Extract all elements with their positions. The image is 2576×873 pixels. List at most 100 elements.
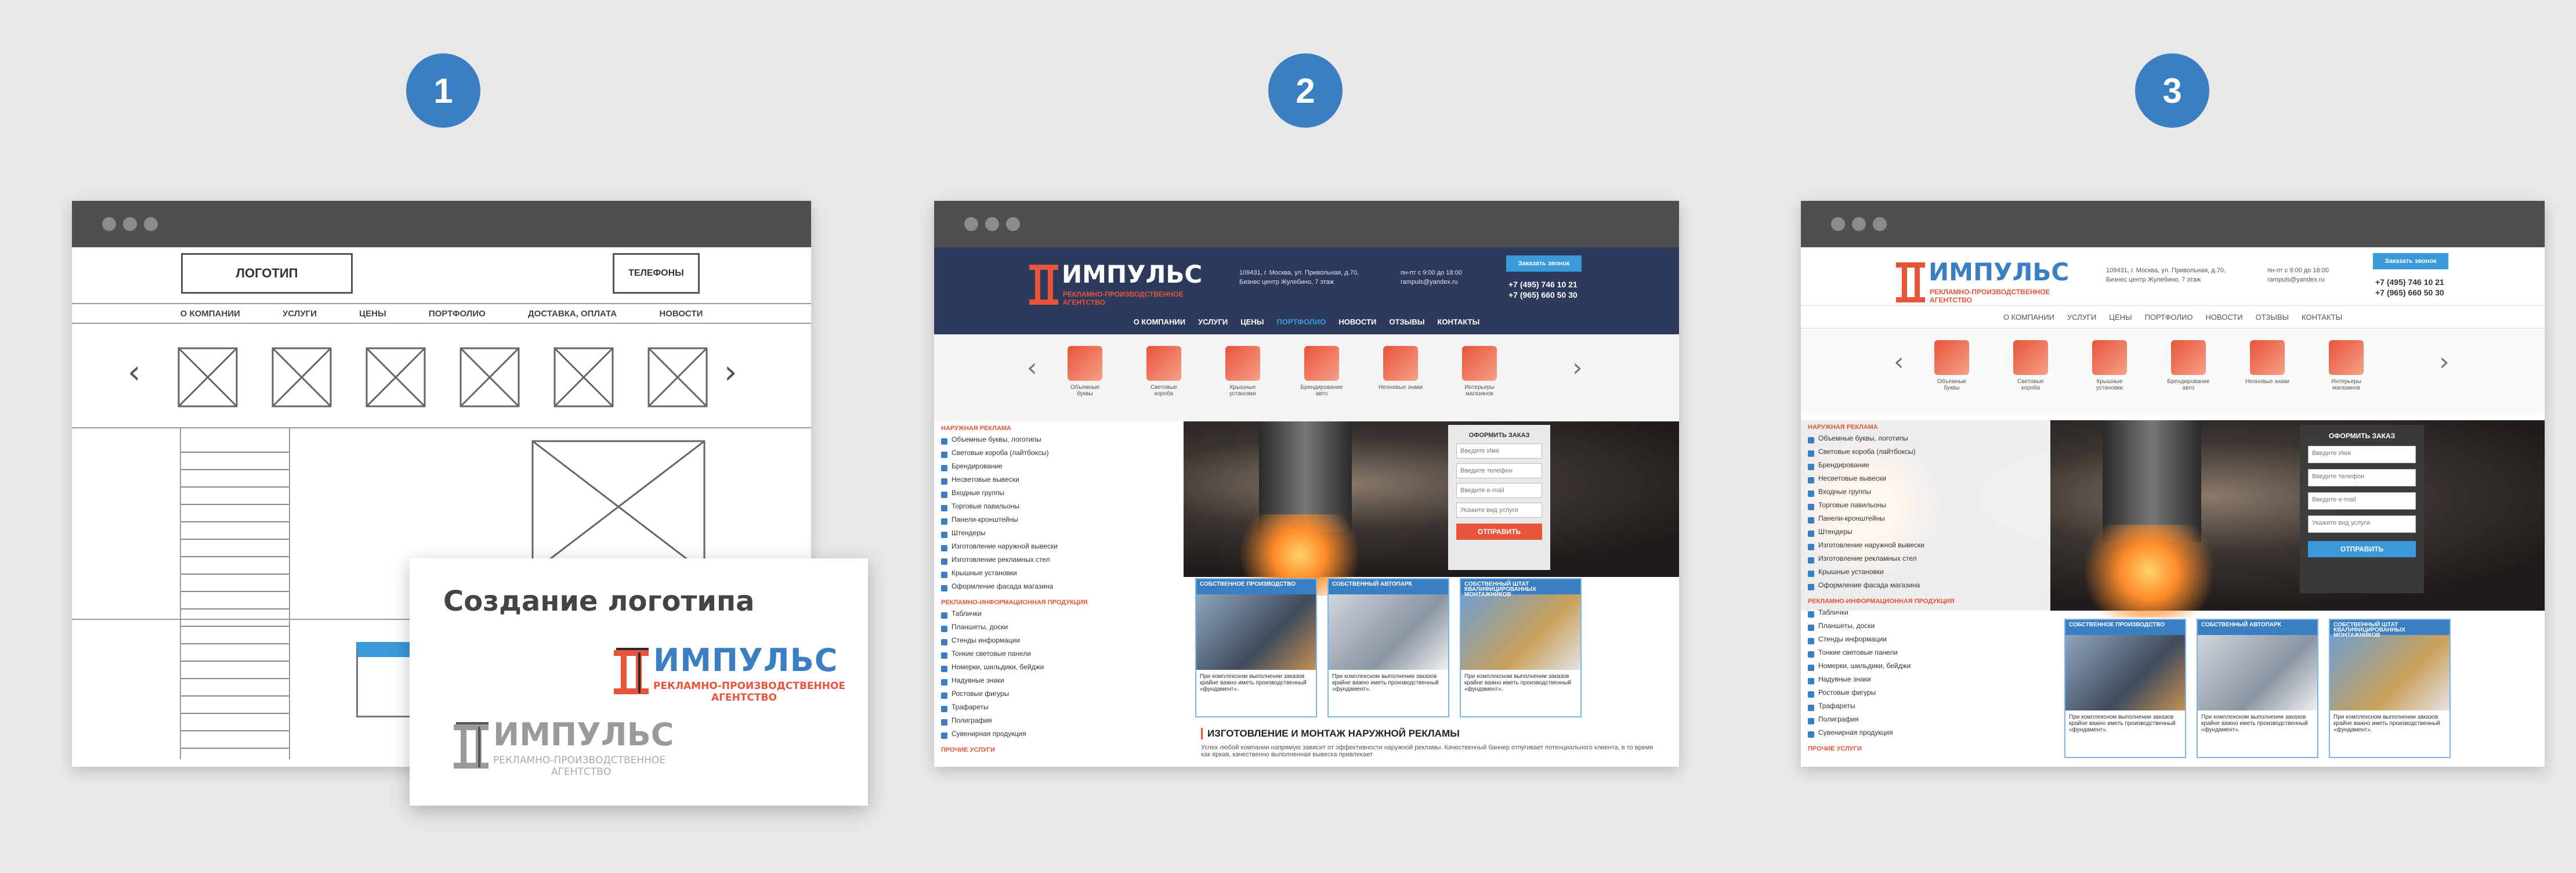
nav-item-reviews[interactable]: ОТЗЫВЫ <box>1389 318 1424 326</box>
sidebar-item[interactable]: Планшеты, доски <box>934 623 1184 636</box>
nav-item-contacts[interactable]: КОНТАКТЫ <box>2302 313 2342 322</box>
sidebar-item[interactable]: Изготовление наружной вывески <box>1801 541 2050 554</box>
sidebar-item[interactable]: Входные группы <box>934 489 1184 502</box>
nav-item-company[interactable]: О КОМПАНИИ <box>1134 318 1185 326</box>
category-item[interactable]: Объемные буквы <box>1929 340 1975 391</box>
sidebar-item[interactable]: Штендеры <box>1801 528 2050 541</box>
sidebar-item[interactable]: Изготовление рекламных стел <box>1801 554 2050 568</box>
service-input[interactable]: Укажите вид услуги <box>1456 503 1542 518</box>
chevron-right-icon[interactable]: › <box>1572 355 1583 381</box>
email-input[interactable]: Введите e-mail <box>1456 483 1542 498</box>
email-input[interactable]: Введите e-mail <box>2308 492 2416 510</box>
nav-item-news[interactable]: НОВОСТИ <box>2205 313 2242 322</box>
sidebar-item[interactable]: Брендирование <box>1801 461 2050 474</box>
sidebar-item[interactable]: Трафареты <box>934 703 1184 716</box>
sidebar-item[interactable]: Крышные установки <box>934 569 1184 582</box>
site-phone-1[interactable]: +7 (495) 746 10 21 <box>1508 280 1578 289</box>
phone-input[interactable]: Введите телефон <box>1456 463 1542 478</box>
site-phone-1[interactable]: +7 (495) 746 10 21 <box>2375 277 2444 287</box>
nav-item-portfolio[interactable]: ПОРТФОЛИО <box>2145 313 2193 322</box>
sidebar-item[interactable]: Надувные знаки <box>934 676 1184 690</box>
sidebar-item[interactable]: Крышные установки <box>1801 568 2050 581</box>
sidebar-item[interactable]: Трафареты <box>1801 702 2050 715</box>
site-phone-2[interactable]: +7 (965) 660 50 30 <box>2375 288 2444 297</box>
category-item[interactable]: Неоновые знаки <box>1377 346 1424 391</box>
sidebar-item[interactable]: Номерки, шильдики, бейджи <box>1801 662 2050 675</box>
chevron-right-icon[interactable]: › <box>2439 349 2450 375</box>
nav-item-news[interactable]: НОВОСТИ <box>1338 318 1376 326</box>
category-item[interactable]: Брендирование авто <box>2165 340 2212 391</box>
sidebar-item[interactable]: Стенды информации <box>934 636 1184 650</box>
category-item[interactable]: Крышные установки <box>1220 346 1266 397</box>
chevron-left-icon[interactable]: ‹ <box>1027 355 1037 381</box>
nav-item-services[interactable]: УСЛУГИ <box>1198 318 1228 326</box>
sidebar-item[interactable]: Несветовые вывески <box>1801 474 2050 488</box>
promo-card[interactable]: СОБСТВЕННЫЙ ШТАТ КВАЛИФИЦИРОВАННЫХ МОНТА… <box>1460 578 1582 717</box>
sidebar-item[interactable]: Световые короба (лайтбоксы) <box>934 449 1184 462</box>
sidebar-item[interactable]: Надувные знаки <box>1801 675 2050 688</box>
nav-item-reviews[interactable]: ОТЗЫВЫ <box>2256 313 2289 322</box>
sidebar-item[interactable]: Стенды информации <box>1801 635 2050 648</box>
site-logo-text[interactable]: ИМПУЛЬС <box>1929 258 2069 286</box>
promo-card[interactable]: СОБСТВЕННЫЙ АВТОПАРК При комплексном выпо… <box>2197 619 2318 758</box>
nav-item-portfolio[interactable]: ПОРТФОЛИО <box>1276 318 1326 326</box>
promo-card[interactable]: СОБСТВЕННОЕ ПРОИЗВОДСТВО При комплексном … <box>2064 619 2186 758</box>
category-item[interactable]: Брендирование авто <box>1298 346 1345 397</box>
sidebar-item[interactable]: Тонкие световые панели <box>1801 648 2050 662</box>
category-item[interactable]: Интерьеры магазинов <box>1456 346 1503 397</box>
submit-button[interactable]: ОТПРАВИТЬ <box>1456 524 1542 540</box>
category-item[interactable]: Крышные установки <box>2086 340 2133 391</box>
sidebar-item[interactable]: Сувенирная продукция <box>934 730 1184 743</box>
sidebar-item[interactable]: Таблички <box>934 609 1184 623</box>
sidebar-item[interactable]: Ростовые фигуры <box>934 690 1184 703</box>
promo-card[interactable]: СОБСТВЕННЫЙ ШТАТ КВАЛИФИЦИРОВАННЫХ МОНТА… <box>2329 619 2451 758</box>
category-item[interactable]: Неоновые знаки <box>2244 340 2291 385</box>
order-call-button[interactable]: Заказать звонок <box>2373 253 2448 269</box>
sidebar-item[interactable]: Тонкие световые панели <box>934 650 1184 663</box>
sidebar-item[interactable]: Полиграфия <box>934 716 1184 730</box>
sidebar-item[interactable]: Панели-кронштейны <box>1801 514 2050 528</box>
phone-input[interactable]: Введите телефон <box>2308 469 2416 486</box>
promo-card[interactable]: СОБСТВЕННОЕ ПРОИЗВОДСТВО При комплексном … <box>1195 578 1317 717</box>
chevron-left-icon[interactable]: ‹ <box>1894 349 1904 375</box>
nav-item-services[interactable]: УСЛУГИ <box>2067 313 2096 322</box>
sidebar-item[interactable]: Входные группы <box>1801 488 2050 501</box>
sidebar-item[interactable]: Световые короба (лайтбоксы) <box>1801 448 2050 461</box>
category-item[interactable]: Световые короба <box>2007 340 2054 391</box>
sidebar-item[interactable]: Объемные буквы, логотипы <box>934 435 1184 449</box>
site-email[interactable]: rampuls@yandex.ru <box>2267 276 2325 283</box>
sidebar-item[interactable]: Таблички <box>1801 608 2050 622</box>
sidebar-item[interactable]: Изготовление рекламных стел <box>934 555 1184 569</box>
promo-card[interactable]: СОБСТВЕННЫЙ АВТОПАРК При комплексном выпо… <box>1327 578 1449 717</box>
nav-item-contacts[interactable]: КОНТАКТЫ <box>1437 318 1479 326</box>
sidebar-item[interactable]: Оформление фасада магазина <box>1801 581 2050 594</box>
sidebar-item[interactable]: Сувенирная продукция <box>1801 728 2050 742</box>
nav-item-prices[interactable]: ЦЕНЫ <box>1240 318 1264 326</box>
site-phone-2[interactable]: +7 (965) 660 50 30 <box>1508 290 1578 300</box>
sidebar-item[interactable]: Панели-кронштейны <box>934 515 1184 529</box>
sidebar-item[interactable]: Полиграфия <box>1801 715 2050 728</box>
nav-item-prices[interactable]: ЦЕНЫ <box>2109 313 2132 322</box>
sidebar-item[interactable]: Номерки, шильдики, бейджи <box>934 663 1184 676</box>
site-email[interactable]: rampuls@yandex.ru <box>1401 279 1458 286</box>
sidebar-item[interactable]: Торговые павильоны <box>934 502 1184 515</box>
sidebar-item[interactable]: Штендеры <box>934 529 1184 542</box>
sidebar-item[interactable]: Объемные буквы, логотипы <box>1801 434 2050 448</box>
category-item[interactable]: Световые короба <box>1141 346 1187 397</box>
name-input[interactable]: Введите Имя <box>1456 443 1542 459</box>
sidebar-item[interactable]: Оформление фасада магазина <box>934 582 1184 596</box>
site-logo-text[interactable]: ИМПУЛЬС <box>1062 260 1202 288</box>
sidebar-item[interactable]: Брендирование <box>934 462 1184 475</box>
service-input[interactable]: Укажите вид услуги <box>2308 515 2416 533</box>
sidebar-item[interactable]: Несветовые вывески <box>934 475 1184 489</box>
order-call-button[interactable]: Заказать звонок <box>1506 255 1582 272</box>
nav-item-company[interactable]: О КОМПАНИИ <box>2003 313 2054 322</box>
name-input[interactable]: Введите Имя <box>2308 446 2416 463</box>
sidebar-item[interactable]: Планшеты, доски <box>1801 622 2050 635</box>
category-item[interactable]: Интерьеры магазинов <box>2323 340 2369 391</box>
category-item[interactable]: Объемные буквы <box>1062 346 1108 397</box>
submit-button[interactable]: ОТПРАВИТЬ <box>2308 541 2416 557</box>
sidebar-item[interactable]: Изготовление наружной вывески <box>934 542 1184 555</box>
sidebar-item[interactable]: Ростовые фигуры <box>1801 688 2050 702</box>
sidebar-item[interactable]: Торговые павильоны <box>1801 501 2050 514</box>
